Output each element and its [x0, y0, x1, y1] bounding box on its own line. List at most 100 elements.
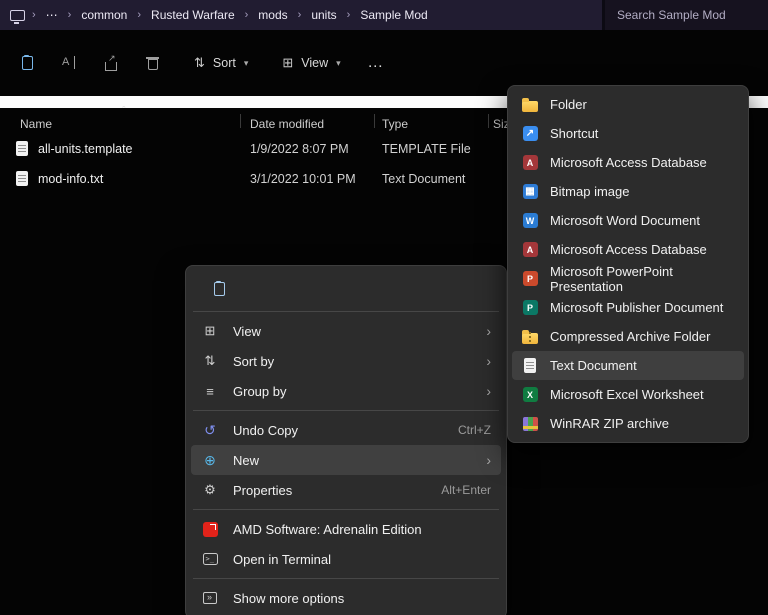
share-icon — [105, 62, 117, 71]
column-header-name[interactable]: Name — [20, 117, 52, 131]
menu-item-properties[interactable]: ⚙ Properties Alt+Enter — [191, 475, 501, 505]
winrar-icon — [523, 417, 538, 431]
submenu-item-bitmap-image[interactable]: ▦ Bitmap image — [512, 177, 744, 206]
chevron-right-icon: › — [296, 9, 304, 21]
rename-button[interactable] — [50, 47, 88, 79]
paste-button[interactable] — [8, 47, 46, 79]
keyboard-shortcut: Alt+Enter — [441, 483, 491, 497]
menu-separator — [193, 578, 499, 579]
file-name: mod-info.txt — [38, 172, 103, 186]
submenu-item-label: Microsoft Access Database — [550, 155, 707, 170]
view-icon: ⊞ — [282, 55, 293, 71]
submenu-item-text-document[interactable]: Text Document — [512, 351, 744, 380]
new-icon: ⊕ — [201, 452, 219, 469]
breadcrumb: › ⋯ › common › Rusted Warfare › mods › u… — [0, 0, 602, 30]
submenu-item-label: Text Document — [550, 358, 637, 373]
powerpoint-icon: P — [523, 271, 538, 286]
breadcrumb-item-units[interactable]: units — [303, 8, 344, 22]
submenu-item-label: WinRAR ZIP archive — [550, 416, 669, 431]
submenu-item-label: Microsoft Publisher Document — [550, 300, 723, 315]
menu-item-label: Group by — [233, 384, 478, 399]
file-name: all-units.template — [38, 142, 133, 156]
menu-item-group-by[interactable]: ≡ Group by › — [191, 376, 501, 406]
menu-item-show-more-options[interactable]: Show more options — [191, 583, 501, 613]
menu-separator — [193, 311, 499, 312]
view-button-label: View — [301, 56, 328, 70]
submenu-item-label: Microsoft Word Document — [550, 213, 700, 228]
breadcrumb-item-sample-mod[interactable]: Sample Mod — [352, 8, 435, 22]
column-header-type[interactable]: Type — [382, 117, 408, 131]
see-more-button[interactable]: … — [357, 47, 395, 79]
amd-icon — [203, 522, 218, 537]
chevron-down-icon: ▾ — [336, 58, 341, 69]
menu-item-new[interactable]: ⊕ New › — [191, 445, 501, 475]
keyboard-shortcut: Ctrl+Z — [458, 423, 491, 437]
menu-item-undo-copy[interactable]: ↺ Undo Copy Ctrl+Z — [191, 415, 501, 445]
group-by-icon: ≡ — [201, 384, 219, 399]
column-header-date-modified[interactable]: Date modified — [250, 117, 324, 131]
column-divider — [488, 114, 489, 128]
access-icon: A — [523, 242, 538, 257]
chevron-right-icon: › — [243, 9, 251, 21]
chevron-right-icon: › — [66, 9, 74, 21]
shortcut-icon: ↗ — [523, 126, 538, 141]
menu-item-label: New — [233, 453, 478, 468]
breadcrumb-item-rusted-warfare[interactable]: Rusted Warfare — [143, 8, 243, 22]
submenu-item-access-database[interactable]: A Microsoft Access Database — [512, 148, 744, 177]
paste-quick-button[interactable] — [199, 274, 239, 304]
paste-icon — [22, 56, 33, 70]
view-button[interactable]: ⊞ View ▾ — [270, 47, 352, 79]
context-menu: ⊞ View › ⇅ Sort by › ≡ Group by › ↺ Undo… — [185, 265, 507, 615]
menu-separator — [193, 509, 499, 510]
breadcrumb-overflow[interactable]: ⋯ — [38, 8, 66, 22]
zipped-folder-icon — [522, 333, 538, 344]
menu-separator — [193, 410, 499, 411]
publisher-icon: P — [523, 300, 538, 315]
folder-icon — [522, 101, 538, 112]
rename-icon — [61, 56, 77, 70]
menu-item-sort-by[interactable]: ⇅ Sort by › — [191, 346, 501, 376]
delete-button[interactable] — [134, 47, 172, 79]
chevron-right-icon: › — [30, 9, 38, 21]
menu-item-label: Show more options — [233, 591, 491, 606]
menu-item-label: Properties — [233, 483, 433, 498]
search-input[interactable] — [617, 8, 757, 22]
menu-item-view[interactable]: ⊞ View › — [191, 316, 501, 346]
submenu-item-word-document[interactable]: W Microsoft Word Document — [512, 206, 744, 235]
sort-ascending-indicator: ˆ — [122, 105, 126, 117]
word-icon: W — [523, 213, 538, 228]
submenu-item-access-database[interactable]: A Microsoft Access Database — [512, 235, 744, 264]
submenu-item-publisher-document[interactable]: P Microsoft Publisher Document — [512, 293, 744, 322]
show-more-options-icon — [203, 592, 217, 604]
text-document-icon — [524, 358, 536, 373]
file-type: Text Document — [382, 172, 465, 186]
breadcrumb-item-mods[interactable]: mods — [250, 8, 295, 22]
sort-icon: ⇅ — [201, 353, 219, 369]
submenu-item-label: Microsoft Access Database — [550, 242, 707, 257]
file-date-modified: 1/9/2022 8:07 PM — [250, 142, 349, 156]
chevron-down-icon: ▾ — [244, 58, 249, 69]
submenu-item-excel-worksheet[interactable]: X Microsoft Excel Worksheet — [512, 380, 744, 409]
breadcrumb-item-common[interactable]: common — [73, 8, 135, 22]
submenu-item-winrar-zip-archive[interactable]: WinRAR ZIP archive — [512, 409, 744, 438]
file-icon — [16, 141, 28, 156]
submenu-item-label: Microsoft PowerPoint Presentation — [550, 264, 736, 294]
submenu-item-powerpoint-presentation[interactable]: P Microsoft PowerPoint Presentation — [512, 264, 744, 293]
this-pc-icon[interactable] — [10, 10, 25, 21]
submenu-item-shortcut[interactable]: ↗ Shortcut — [512, 119, 744, 148]
sort-button[interactable]: ⇅ Sort ▾ — [182, 47, 260, 79]
delete-icon — [148, 59, 158, 70]
sort-button-label: Sort — [213, 56, 236, 70]
submenu-item-compressed-archive-folder[interactable]: Compressed Archive Folder — [512, 322, 744, 351]
chevron-right-icon: › — [486, 383, 491, 399]
undo-icon: ↺ — [201, 422, 219, 439]
share-button[interactable] — [92, 47, 130, 79]
bitmap-image-icon: ▦ — [523, 184, 538, 199]
view-grid-icon: ⊞ — [201, 323, 219, 339]
chevron-right-icon: › — [135, 9, 143, 21]
properties-icon: ⚙ — [201, 482, 219, 498]
submenu-item-folder[interactable]: Folder — [512, 90, 744, 119]
search-box[interactable] — [602, 0, 768, 30]
menu-item-amd-software[interactable]: AMD Software: Adrenalin Edition — [191, 514, 501, 544]
menu-item-open-in-terminal[interactable]: Open in Terminal — [191, 544, 501, 574]
